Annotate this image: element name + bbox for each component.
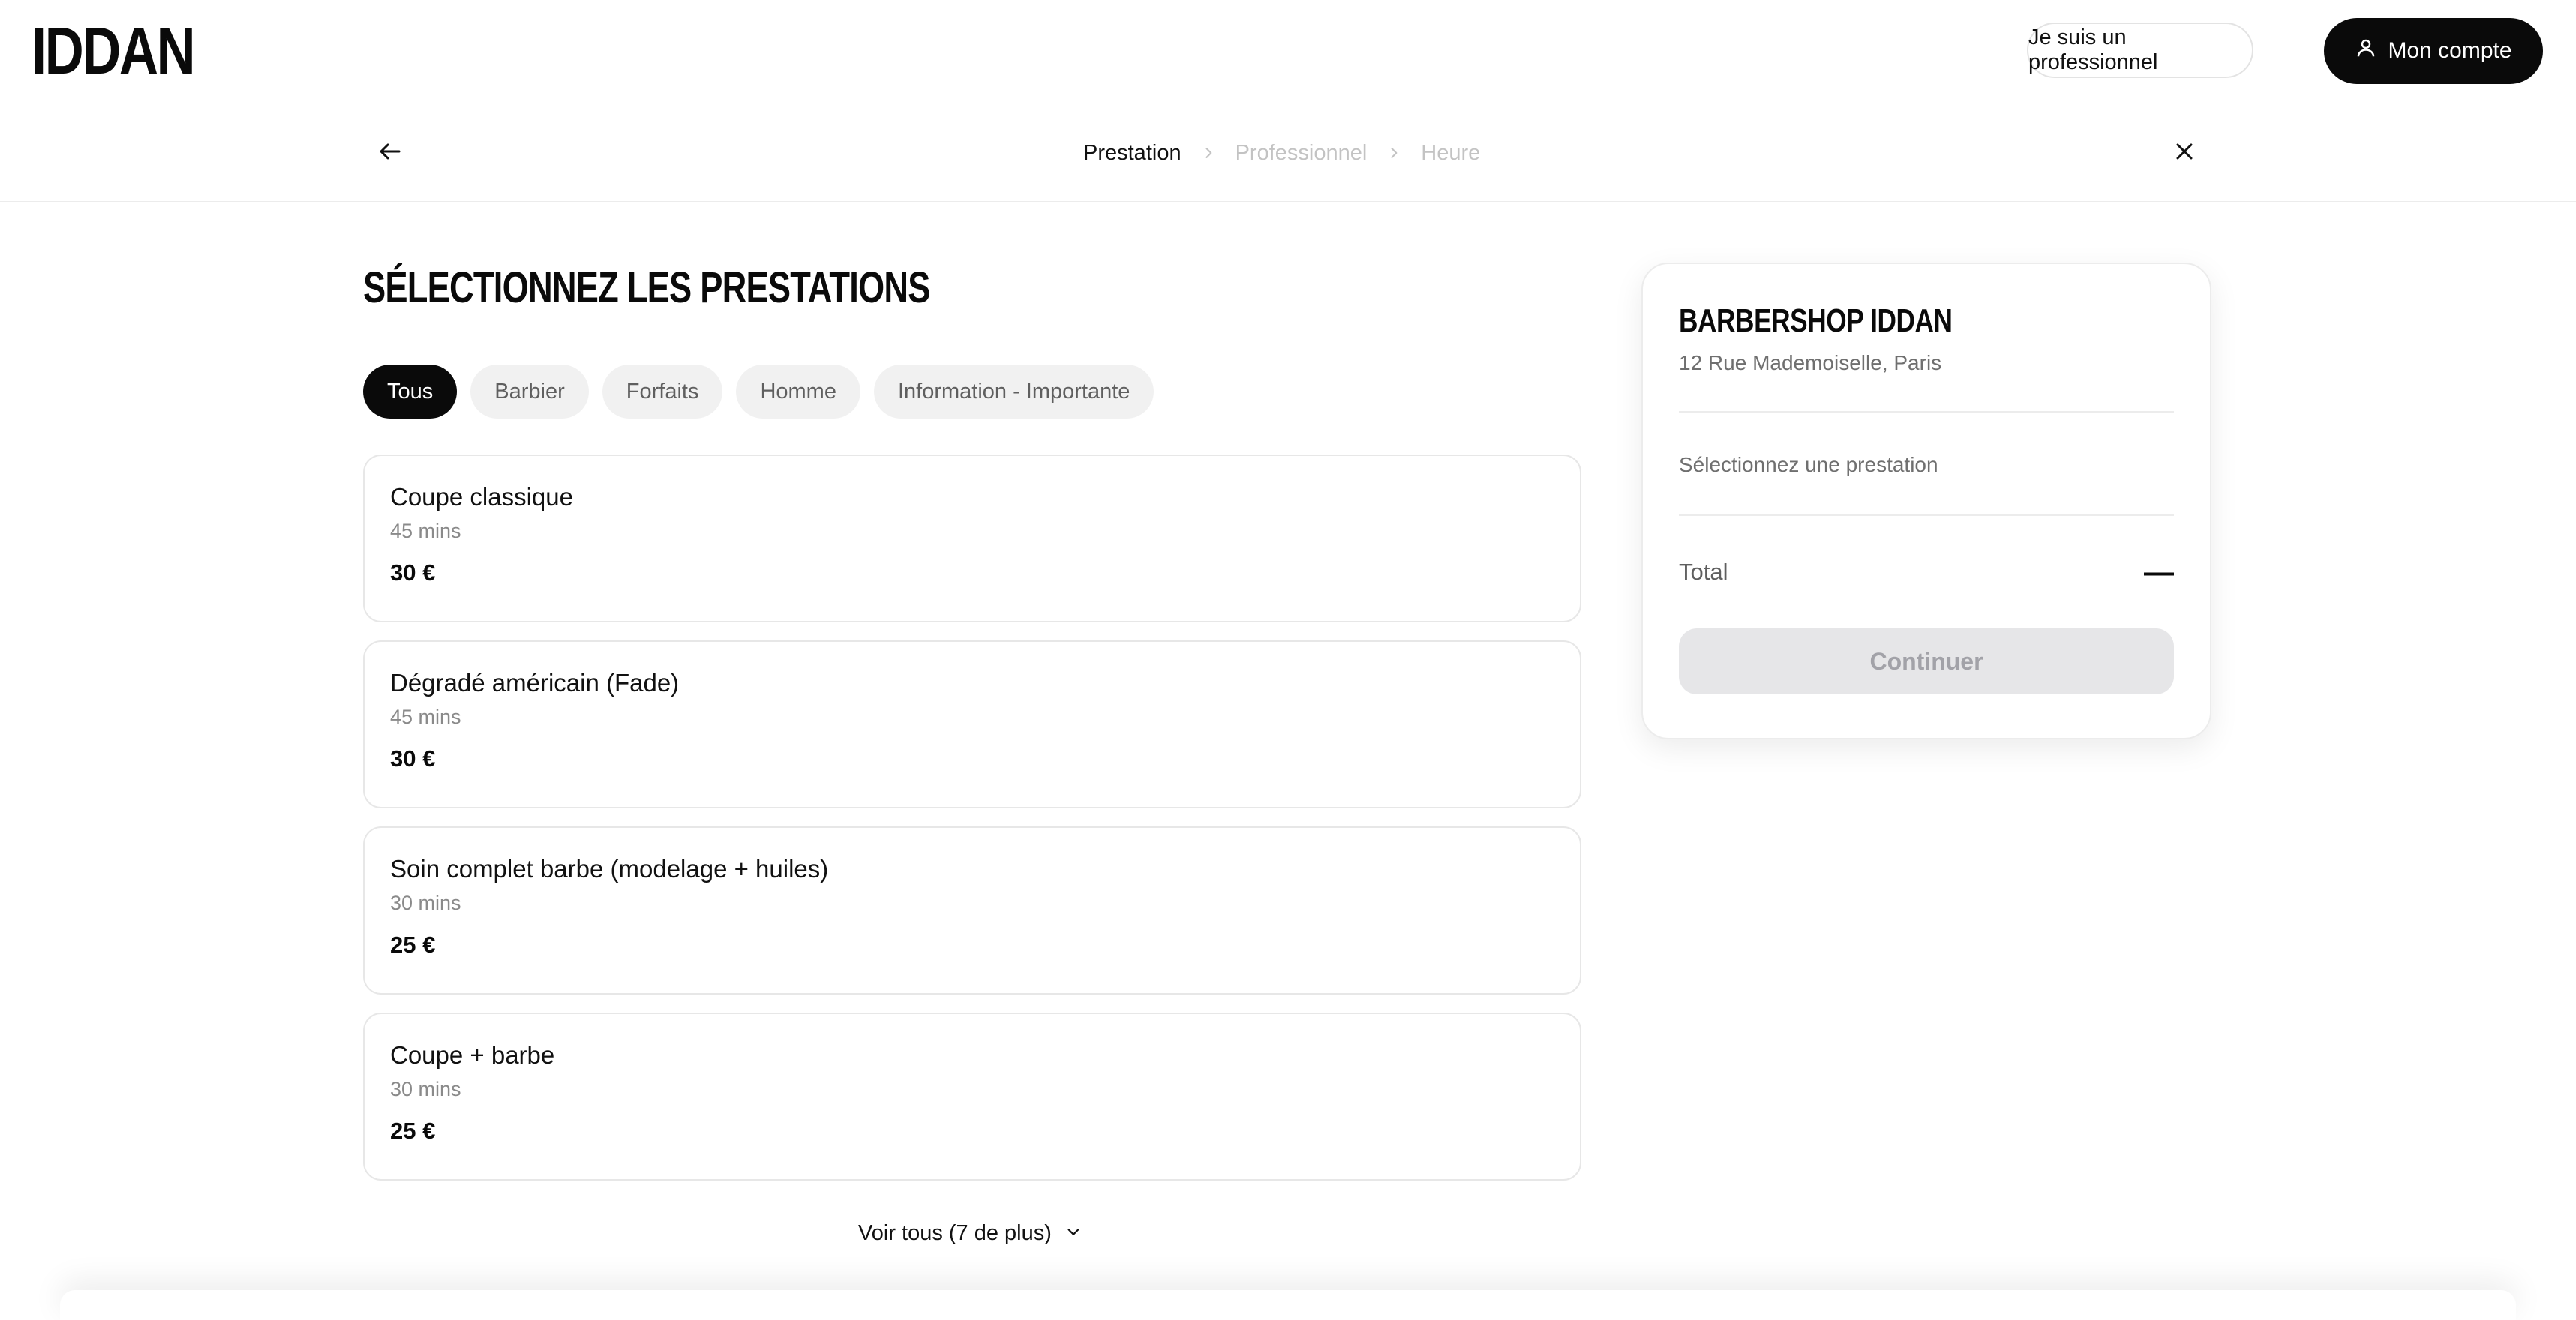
service-price: 30 € — [390, 560, 436, 586]
service-price: 30 € — [390, 746, 436, 772]
tab-barbier[interactable]: Barbier — [470, 364, 589, 418]
tab-homme[interactable]: Homme — [736, 364, 860, 418]
service-name: Soin complet barbe (modelage + huiles) — [390, 855, 829, 883]
shop-address: 12 Rue Mademoiselle, Paris — [1679, 351, 1942, 374]
account-button[interactable]: Mon compte — [2324, 18, 2543, 84]
step-prestation[interactable]: Prestation — [1083, 141, 1181, 166]
professional-button-label: Je suis un professionnel — [2028, 26, 2158, 74]
tab-forfaits[interactable]: Forfaits — [602, 364, 723, 418]
total-value: — — [2144, 555, 2174, 589]
total-label: Total — [1679, 559, 1728, 585]
chevron-right-icon — [1205, 148, 1211, 158]
chevron-right-icon — [1391, 148, 1398, 158]
service-duration: 45 mins — [390, 706, 461, 728]
see-all-button[interactable]: Voir tous (7 de plus) — [858, 1221, 1082, 1246]
step-professionnel: Professionnel — [1235, 140, 1368, 165]
service-duration: 30 mins — [390, 1078, 461, 1100]
tab-tous[interactable]: Tous — [363, 364, 458, 418]
service-name: Dégradé américain (Fade) — [390, 669, 680, 697]
service-duration: 45 mins — [390, 520, 461, 542]
see-all-label: Voir tous (7 de plus) — [858, 1221, 1052, 1245]
booking-summary-card: BARBERSHOP IDDAN 12 Rue Mademoiselle, Pa… — [1641, 262, 2211, 740]
bottom-panel-edge — [60, 1290, 2516, 1320]
arrow-left-icon — [377, 138, 404, 169]
service-card[interactable]: Soin complet barbe (modelage + huiles) 3… — [363, 826, 1581, 994]
close-button[interactable] — [2166, 135, 2202, 171]
continue-button[interactable]: Continuer — [1679, 628, 2174, 694]
service-card[interactable]: Coupe + barbe 30 mins 25 € — [363, 1012, 1581, 1180]
service-price: 25 € — [390, 932, 436, 958]
shop-name: BARBERSHOP IDDAN — [1679, 302, 1953, 339]
account-button-label: Mon compte — [2388, 38, 2512, 63]
service-card[interactable]: Dégradé américain (Fade) 45 mins 30 € — [363, 640, 1581, 808]
back-button[interactable] — [372, 135, 408, 171]
service-list: Coupe classique 45 mins 30 € Dégradé amé… — [363, 454, 1581, 1198]
chevron-down-icon — [1065, 1221, 1082, 1246]
category-tabs: Tous Barbier Forfaits Homme Information … — [363, 364, 1154, 418]
service-duration: 30 mins — [390, 892, 461, 914]
service-name: Coupe + barbe — [390, 1041, 555, 1069]
header-divider — [0, 201, 2576, 202]
service-card[interactable]: Coupe classique 45 mins 30 € — [363, 454, 1581, 622]
booking-stepper: Prestation Professionnel Heure — [1083, 138, 1480, 168]
total-row: Total — — [1679, 516, 2174, 628]
logo[interactable]: IDDAN — [32, 16, 196, 86]
user-icon — [2355, 37, 2377, 65]
tab-information-importante[interactable]: Information - Importante — [873, 364, 1154, 418]
service-price: 25 € — [390, 1118, 436, 1144]
close-icon — [2171, 138, 2198, 169]
page-title: Sélectionnez les prestations — [363, 263, 930, 312]
professional-button[interactable]: Je suis un professionnel — [2027, 22, 2253, 78]
service-name: Coupe classique — [390, 483, 573, 511]
summary-placeholder: Sélectionnez une prestation — [1679, 453, 1938, 476]
step-heure: Heure — [1421, 140, 1481, 165]
